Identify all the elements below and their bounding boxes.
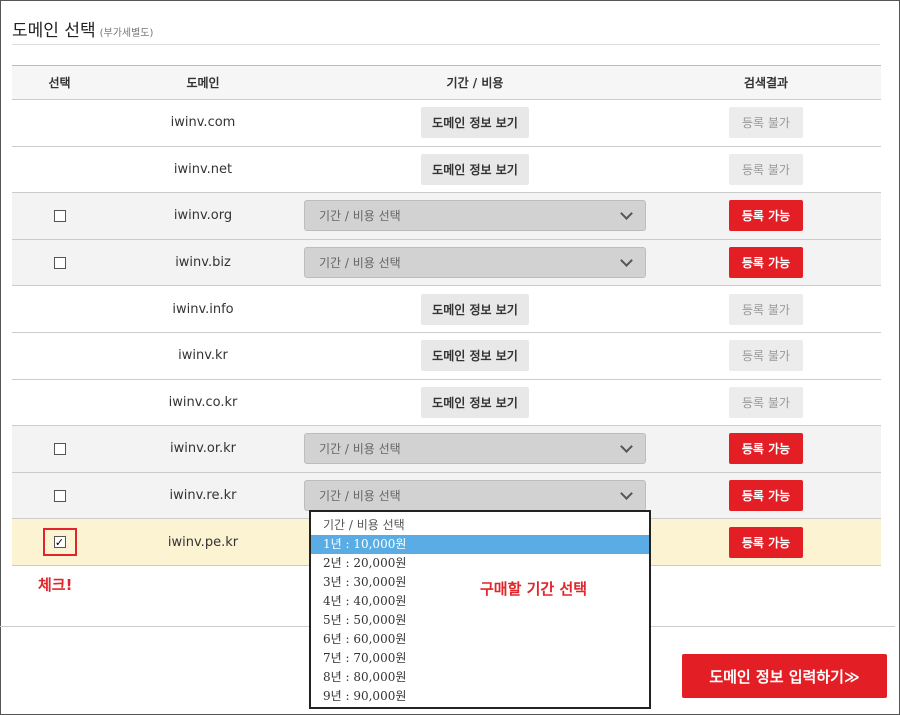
result-cell: 등록 불가 [651,386,881,418]
domain-info-button[interactable]: 도메인 정보 보기 [421,153,529,185]
annotation-check: 체크! [38,576,73,594]
table-row: iwinv.co.kr 도메인 정보 보기 등록 불가 [12,379,881,427]
register-available-button[interactable]: 등록 가능 [729,247,803,279]
period-cell: 기간 / 비용 선택 [299,433,651,465]
period-option[interactable]: 기간 / 비용 선택 [311,516,649,535]
domain-name: iwinv.pe.kr [167,534,239,550]
period-cell: 도메인 정보 보기 [299,153,651,185]
register-unavailable-button: 등록 불가 [729,386,803,418]
period-option[interactable]: 1년 : 10,000원 [311,535,649,554]
page-subtitle: (부가세별도) [99,28,154,39]
result-cell: 등록 불가 [651,107,881,139]
domain-name: iwinv.net [173,161,233,177]
period-select-label: 기간 / 비용 선택 [319,209,401,224]
table-row: iwinv.or.kr 기간 / 비용 선택 등록 가능 [12,426,881,473]
select-cell [12,209,107,222]
table-body: iwinv.com 도메인 정보 보기 등록 불가 iwinv.net 도메인 정보 보… [12,100,881,566]
result-cell: 등록 불가 [651,340,881,372]
col-period: 기간 / 비용 [446,76,504,90]
period-cell: 기간 / 비용 선택 [299,200,651,232]
period-option[interactable]: 7년 : 70,000원 [311,649,649,668]
table-row: iwinv.org 기간 / 비용 선택 등록 가능 [12,193,881,240]
period-select-label: 기간 / 비용 선택 [319,256,401,271]
checkbox-highlight: ✓ [42,528,77,557]
period-select[interactable]: 기간 / 비용 선택 [304,480,646,512]
annotation-period: 구매할 기간 선택 [480,580,588,598]
result-cell: 등록 가능 [651,480,881,512]
domain-checkbox-checked[interactable]: ✓ [53,536,66,549]
register-available-button[interactable]: 등록 가능 [729,480,803,512]
domain-table: 선택 도메인 기간 / 비용 검색결과 iwinv.com 도메인 정보 보기 등록… [12,65,881,566]
period-option[interactable]: 6년 : 60,000원 [311,630,649,649]
select-cell [12,442,107,455]
result-cell: 등록 가능 [651,433,881,465]
period-select-label: 기간 / 비용 선택 [319,442,401,457]
domain-checkbox[interactable] [53,209,66,222]
period-cell: 기간 / 비용 선택 [299,480,651,512]
col-domain: 도메인 [186,76,220,90]
register-unavailable-button: 등록 불가 [729,340,803,372]
domain-checkbox[interactable] [53,442,66,455]
period-select[interactable]: 기간 / 비용 선택 [304,433,646,465]
chevron-down-icon [620,440,633,453]
select-cell: ✓ [12,528,107,557]
period-cell: 기간 / 비용 선택 [299,247,651,279]
domain-name: iwinv.info [172,301,234,317]
register-available-button[interactable]: 등록 가능 [729,526,803,558]
period-option[interactable]: 8년 : 80,000원 [311,668,649,687]
table-row: iwinv.com 도메인 정보 보기 등록 불가 [12,100,881,147]
domain-checkbox[interactable] [53,256,66,269]
period-cell: 도메인 정보 보기 [299,386,651,418]
chevron-down-icon [620,486,633,500]
select-cell [12,489,107,502]
register-unavailable-button: 등록 불가 [729,293,803,325]
col-select: 선택 [48,76,71,90]
domain-info-button[interactable]: 도메인 정보 보기 [421,386,529,418]
section-header: 도메인 선택 (부가세별도) [12,16,880,45]
period-cell: 도메인 정보 보기 [299,293,651,325]
submit-domain-info-button[interactable]: 도메인 정보 입력하기≫ [682,654,887,698]
chevron-down-icon [620,253,633,267]
register-available-button[interactable]: 등록 가능 [729,433,803,465]
period-option[interactable]: 9년 : 90,000원 [311,687,649,706]
table-row: iwinv.kr 도메인 정보 보기 등록 불가 [12,332,881,380]
register-unavailable-button: 등록 불가 [729,153,803,185]
period-select[interactable]: 기간 / 비용 선택 [304,200,646,232]
result-cell: 등록 가능 [651,247,881,279]
domain-name: iwinv.org [173,208,233,224]
register-unavailable-button: 등록 불가 [729,107,803,139]
period-option[interactable]: 5년 : 50,000원 [311,611,649,630]
col-result: 검색결과 [743,76,789,90]
table-row: iwinv.info 도메인 정보 보기 등록 불가 [12,286,881,333]
period-select[interactable]: 기간 / 비용 선택 [304,247,646,279]
result-cell: 등록 불가 [651,293,881,325]
domain-name: iwinv.re.kr [169,488,237,504]
table-row: iwinv.net 도메인 정보 보기 등록 불가 [12,146,881,194]
domain-checkbox[interactable] [53,489,66,502]
period-select-label: 기간 / 비용 선택 [319,489,401,504]
period-cell: 도메인 정보 보기 [299,107,651,139]
domain-name: iwinv.or.kr [169,441,237,457]
result-cell: 등록 가능 [651,526,881,558]
domain-info-button[interactable]: 도메인 정보 보기 [421,107,529,139]
page-title: 도메인 선택 [12,21,96,41]
domain-name: iwinv.biz [175,255,231,271]
period-cell: 도메인 정보 보기 [299,340,651,372]
domain-name: iwinv.com [170,115,236,131]
register-available-button[interactable]: 등록 가능 [729,200,803,232]
domain-name: iwinv.kr [178,348,228,364]
chevron-down-icon [620,207,633,220]
result-cell: 등록 불가 [651,153,881,185]
period-option[interactable]: 2년 : 20,000원 [311,554,649,573]
select-cell [12,256,107,269]
table-row: iwinv.biz 기간 / 비용 선택 등록 가능 [12,239,881,287]
domain-name: iwinv.co.kr [168,394,238,410]
period-dropdown-list[interactable]: 기간 / 비용 선택 1년 : 10,000원 2년 : 20,000원 3년 : 3… [309,510,651,709]
result-cell: 등록 가능 [651,200,881,232]
domain-info-button[interactable]: 도메인 정보 보기 [421,293,529,325]
domain-info-button[interactable]: 도메인 정보 보기 [421,340,529,372]
table-header: 선택 도메인 기간 / 비용 검색결과 [12,66,881,100]
